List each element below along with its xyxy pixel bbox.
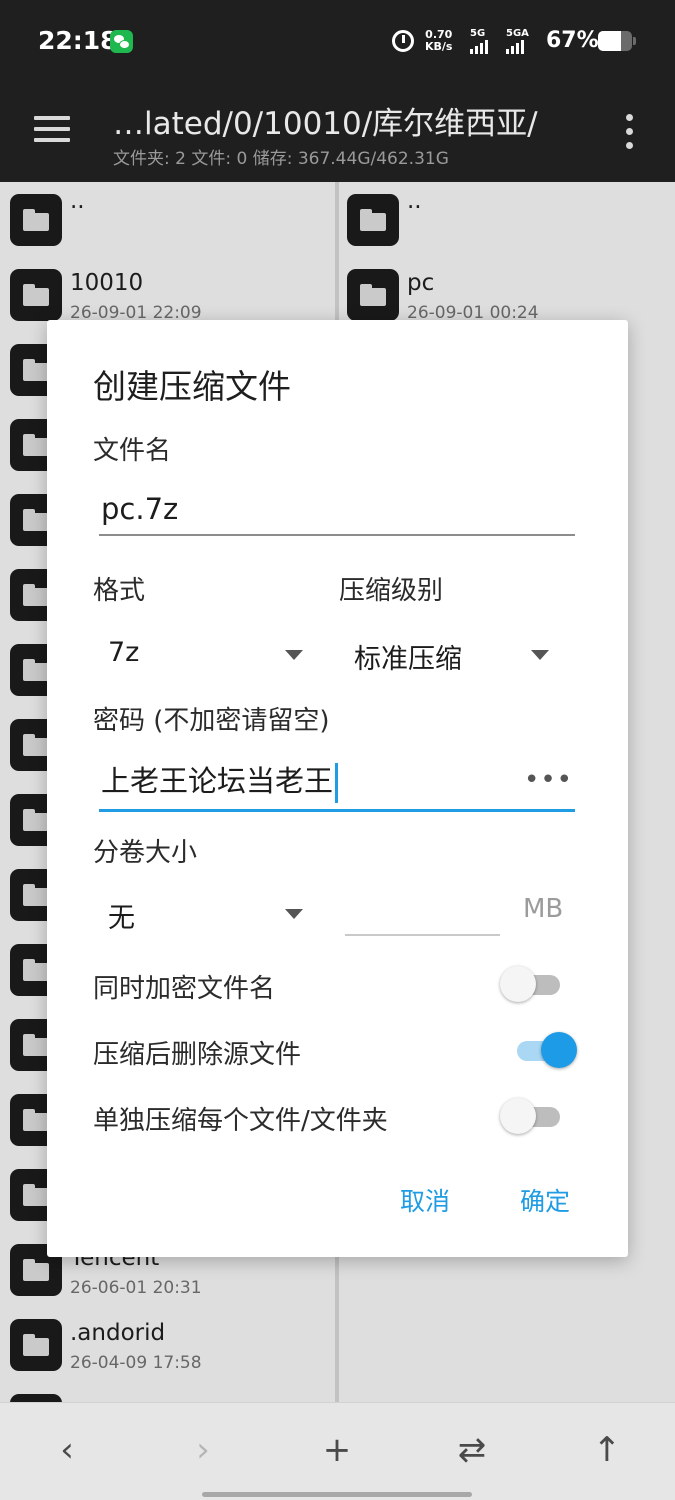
network-speed-unit: KB/s: [425, 40, 453, 53]
volume-unit-label: MB: [523, 894, 564, 924]
volume-size-dropdown-arrow-icon: [285, 909, 303, 919]
separate-archives-label: 单独压缩每个文件/文件夹: [93, 1106, 388, 1136]
app-bar: …lated/0/10010/库尔维西亚/ 文件夹: 2 文件: 0 储存: 3…: [0, 82, 675, 182]
alarm-icon: [392, 30, 414, 52]
add-icon[interactable]: +: [312, 1425, 362, 1475]
encrypt-filenames-toggle[interactable]: [500, 964, 564, 1004]
toggle-thumb: [500, 1098, 536, 1134]
compression-level-value: 标准压缩: [354, 644, 462, 675]
toggle-thumb: [500, 966, 536, 1002]
volume-size-label: 分卷大小: [93, 838, 198, 868]
network-speed: 0.70 KB/s: [425, 29, 452, 53]
battery-percent: 67%: [546, 28, 599, 53]
delete-source-toggle[interactable]: [513, 1030, 577, 1070]
current-path[interactable]: …lated/0/10010/库尔维西亚/: [113, 98, 538, 143]
cancel-button[interactable]: 取消: [400, 1182, 450, 1218]
filename-value: pc.7z: [101, 492, 179, 526]
separate-archives-toggle[interactable]: [500, 1096, 564, 1136]
storage-summary: 文件夹: 2 文件: 0 储存: 367.44G/462.31G: [113, 149, 449, 169]
back-arrow-icon[interactable]: ‹: [42, 1425, 92, 1475]
volume-size-value: 无: [108, 903, 135, 934]
format-dropdown-arrow-icon: [285, 650, 303, 660]
confirm-button[interactable]: 确定: [520, 1182, 570, 1218]
compression-level-label: 压缩级别: [339, 576, 444, 606]
swap-panes-icon[interactable]: ⇄: [447, 1425, 497, 1475]
status-time: 22:18: [38, 26, 118, 55]
bottom-toolbar: ‹ › + ⇄ ↑: [0, 1402, 675, 1500]
delete-source-label: 压缩后删除源文件: [93, 1040, 302, 1070]
up-arrow-icon[interactable]: ↑: [582, 1425, 632, 1475]
battery-tip: [633, 37, 636, 45]
home-indicator[interactable]: [202, 1492, 472, 1497]
filename-label: 文件名: [93, 436, 172, 466]
hamburger-menu-icon[interactable]: [34, 114, 70, 144]
custom-volume-size-input[interactable]: [345, 890, 500, 936]
create-archive-dialog: 创建压缩文件 文件名 pc.7z 格式 压缩级别 7z 标准压缩 密码 (不加密…: [47, 320, 628, 1257]
battery-icon: [598, 31, 632, 51]
password-value-wrap: 上老王论坛当老王: [101, 758, 339, 803]
text-caret: [335, 763, 339, 803]
volume-size-dropdown[interactable]: 无: [93, 884, 303, 940]
sim2-tag: 5GA: [506, 28, 529, 39]
password-input[interactable]: 上老王论坛当老王 •••: [99, 750, 575, 812]
password-label: 密码 (不加密请留空): [93, 706, 330, 736]
format-label: 格式: [93, 576, 146, 606]
compression-level-dropdown[interactable]: 标准压缩: [339, 625, 549, 681]
sim1-tag: 5G: [470, 28, 486, 39]
toggle-thumb: [541, 1032, 577, 1068]
password-options-icon[interactable]: •••: [524, 765, 573, 795]
password-value: 上老王论坛当老王: [101, 764, 334, 798]
status-bar: 22:18 0.70 KB/s 5G 5GA 67%: [0, 0, 675, 82]
format-value: 7z: [108, 637, 140, 668]
dialog-title: 创建压缩文件: [93, 367, 291, 406]
forward-arrow-icon[interactable]: ›: [178, 1425, 228, 1475]
wechat-notification-icon: [110, 30, 133, 53]
compression-level-dropdown-arrow-icon: [531, 650, 549, 660]
battery-fill: [598, 31, 621, 51]
format-dropdown[interactable]: 7z: [93, 625, 303, 681]
filename-input[interactable]: pc.7z: [99, 480, 575, 536]
encrypt-filenames-label: 同时加密文件名: [93, 974, 276, 1004]
more-options-icon[interactable]: [620, 114, 640, 150]
